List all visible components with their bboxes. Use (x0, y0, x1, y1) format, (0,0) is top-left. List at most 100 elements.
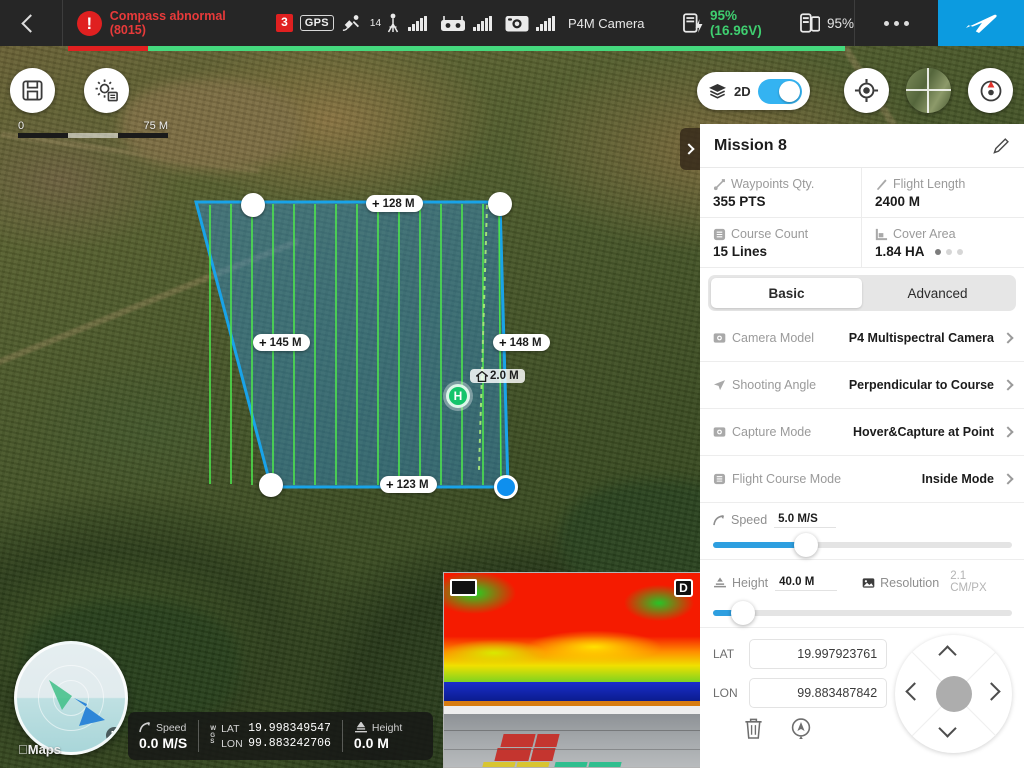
option-label: Camera Model (732, 331, 814, 345)
alert-exclamation-icon: ! (76, 10, 102, 36)
camera-model-icon (713, 333, 726, 343)
dpad-left-button[interactable] (905, 682, 924, 701)
resolution-image-icon (862, 577, 875, 588)
stat-value: 2400 M (875, 194, 921, 209)
dpad-down-button[interactable] (938, 719, 957, 738)
map-type-button[interactable] (906, 68, 951, 113)
home-point-marker[interactable]: H (446, 384, 470, 408)
speed-slider-value[interactable]: 5.0 M/S (774, 512, 837, 528)
option-capture-mode[interactable]: Capture Mode Hover&Capture at Point (700, 409, 1024, 456)
locate-point-icon[interactable] (790, 717, 812, 741)
scale-max-label: 75 M (143, 120, 168, 132)
option-shooting-angle[interactable]: Shooting Angle Perpendicular to Course (700, 362, 1024, 409)
distance-tag-right[interactable]: + 148 M (493, 334, 550, 351)
distance-label: 145 M (269, 336, 302, 349)
bottom-telemetry-bar: Speed 0.0 M/S WGS LAT 19.998349547 LON 9… (128, 712, 433, 760)
flight-length-icon (876, 178, 887, 190)
pencil-edit-icon[interactable] (993, 137, 1010, 154)
course-count-icon (713, 228, 726, 240)
warning-count-badge: 3 (276, 14, 293, 32)
map-mode-switch[interactable] (757, 78, 802, 104)
aircraft-battery-percent: 95%(16.96V) (709, 8, 762, 38)
plus-icon: + (372, 196, 380, 211)
chevron-right-icon (1002, 426, 1014, 438)
speed-icon (139, 722, 151, 733)
stat-value: 355 PTS (713, 194, 766, 209)
speed-slider-knob[interactable] (793, 533, 818, 557)
distance-tag-top[interactable]: + 128 M (366, 195, 423, 212)
speed-slider-track[interactable] (713, 533, 1012, 557)
home-altitude-label: 2.0 M (490, 370, 519, 382)
plus-icon: + (259, 335, 267, 350)
map-scale-bar: 0 75 M (18, 120, 168, 138)
more-options-button[interactable] (854, 0, 938, 46)
panel-collapse-button[interactable] (680, 128, 700, 170)
map-2d-3d-toggle[interactable]: 2D (697, 72, 810, 110)
fpv-ndvi-vegetation (444, 573, 700, 682)
fpv-road-edge (444, 705, 700, 714)
option-value: Inside Mode (921, 472, 994, 486)
warning-area[interactable]: ! Compass abnormal (8015) (63, 9, 264, 38)
option-flight-course-mode[interactable]: Flight Course Mode Inside Mode (700, 456, 1024, 503)
home-marker-letter: H (453, 389, 463, 403)
lat-label: LAT (221, 722, 240, 735)
remote-signal-bars-icon (473, 15, 492, 31)
back-button[interactable] (0, 0, 63, 46)
panel-lat-label: LAT (713, 647, 735, 661)
display-mode-badge[interactable]: D (674, 579, 693, 597)
distance-tag-bottom[interactable]: + 123 M (380, 476, 437, 493)
dpad-up-button[interactable] (938, 645, 957, 664)
waypoint-vertex-br-selected[interactable] (494, 475, 518, 499)
height-icon (354, 722, 367, 733)
warning-text: Compass abnormal (8015) (109, 8, 226, 37)
speed-value: 0.0 M/S (139, 734, 188, 751)
more-dots-icon (884, 20, 889, 26)
panel-page-dots[interactable] (934, 248, 963, 255)
panel-lon-input[interactable]: 99.883487842 (749, 678, 888, 708)
option-label: Flight Course Mode (732, 472, 842, 486)
height-slider-knob[interactable] (730, 601, 755, 625)
panel-lat-input[interactable]: 19.997923761 (749, 639, 888, 669)
distance-tag-left[interactable]: + 145 M (253, 334, 310, 351)
takeoff-button[interactable] (938, 0, 1024, 46)
tab-basic[interactable]: Basic (711, 278, 862, 308)
home-house-icon (476, 370, 488, 382)
gps-label: GPS (299, 15, 334, 31)
speed-slider-label: Speed (731, 513, 768, 527)
save-mission-button[interactable] (10, 68, 55, 113)
mission-settings-button[interactable] (84, 68, 129, 113)
waypoint-vertex-bl[interactable] (259, 473, 283, 497)
fpv-overlay-block (500, 733, 536, 747)
record-camera-icon (450, 579, 477, 596)
attitude-compass-widget[interactable]: N (14, 641, 128, 755)
fpv-overlay-block (494, 747, 532, 761)
compass-reset-button[interactable] (968, 68, 1013, 113)
distance-label: 128 M (382, 197, 415, 210)
fpv-overlay-block (586, 761, 622, 767)
height-slider-value[interactable]: 40.0 M (775, 575, 838, 591)
option-camera-model[interactable]: Camera Model P4 Multispectral Camera (700, 315, 1024, 362)
trash-delete-icon[interactable] (743, 717, 764, 740)
airplane-icon (966, 14, 997, 33)
crosshair-locate-icon (854, 78, 879, 103)
panel-lon-label: LON (713, 686, 738, 700)
layers-stack-icon (709, 83, 726, 99)
more-dots-icon (904, 20, 909, 26)
speed-slider-block: Speed 5.0 M/S (700, 503, 1024, 560)
dpad-center-button[interactable] (936, 676, 973, 712)
waypoint-vertex-tl[interactable] (241, 193, 265, 217)
dpad-right-button[interactable] (982, 682, 1001, 701)
fpv-camera-preview[interactable]: D (443, 572, 701, 768)
stat-label: Waypoints Qty. (731, 177, 815, 191)
height-slider-track[interactable] (713, 601, 1012, 625)
tab-advanced[interactable]: Advanced (862, 278, 1013, 308)
drone-mission-planner-app: + 128 M + 145 M + 148 M + 123 M H 2.0 M … (0, 0, 1024, 768)
speed-icon (713, 514, 725, 525)
stat-flight-length: Flight Length 2400 M (862, 168, 1024, 218)
waypoint-vertex-tr[interactable] (488, 192, 512, 216)
compass-north-icon (980, 80, 1001, 101)
locate-aircraft-button[interactable] (844, 68, 889, 113)
aircraft-battery-icon (682, 13, 702, 33)
top-status-bar: ! Compass abnormal (8015) 3 GPS 14 P4M C… (0, 0, 1024, 46)
panel-tabs: Basic Advanced (708, 275, 1016, 311)
